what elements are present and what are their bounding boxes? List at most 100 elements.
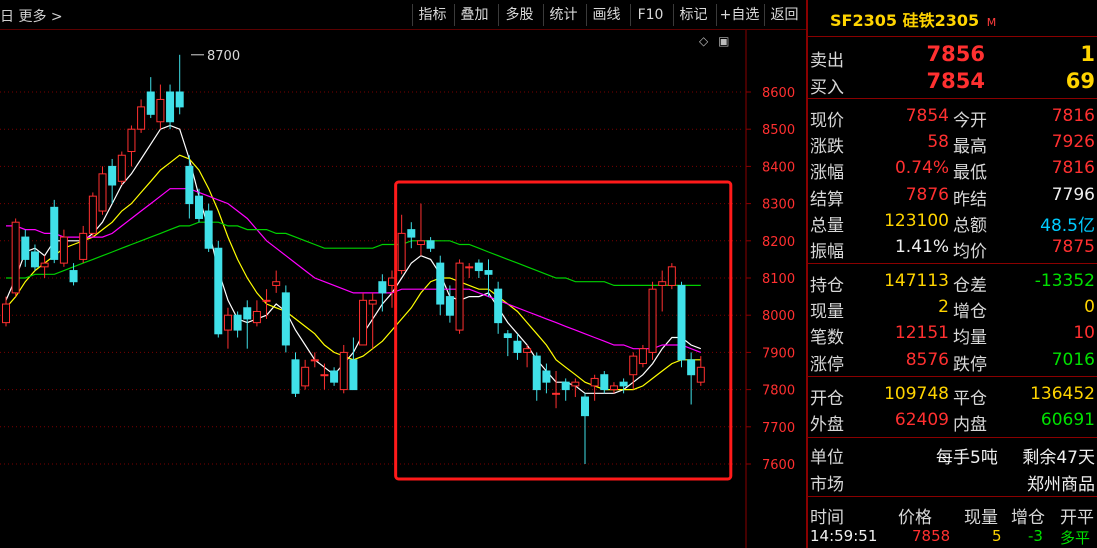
candle-body	[98, 173, 107, 212]
stat-value: 109748	[884, 384, 949, 404]
stat-label: 平仓	[953, 389, 987, 409]
more-menu[interactable]: 日 更多 >	[0, 6, 63, 26]
candle-body	[619, 381, 628, 387]
stat-value: 7016	[1051, 349, 1095, 370]
candle-body	[223, 314, 232, 331]
candle-body	[609, 385, 618, 391]
y-tick-label: 8400	[762, 160, 795, 175]
stat-row: 涨跌 58 最高 7926	[808, 129, 1097, 158]
candle-body	[474, 262, 483, 272]
candle-body	[590, 377, 599, 387]
y-tick-label: 8600	[762, 86, 795, 101]
stat-label: 结算	[810, 189, 844, 210]
candle-body	[117, 154, 126, 182]
stat-value: -13352	[1034, 271, 1095, 291]
stat-row: 结算 7876 昨结 7796	[808, 182, 1097, 210]
f10-button[interactable]: F10	[630, 4, 670, 26]
trade-type: 多平	[1060, 529, 1091, 547]
candle-body	[243, 307, 252, 320]
y-tick-label: 8200	[762, 235, 795, 250]
stat-value: 7876	[905, 184, 949, 205]
candle-body	[185, 165, 194, 205]
stat-row: 笔数 12151 均量 10	[808, 320, 1097, 349]
candle-body	[320, 374, 329, 377]
candle-body	[301, 366, 310, 387]
draw-line-button[interactable]: 画线	[586, 4, 626, 26]
contract-symbol: SF2305	[830, 11, 897, 30]
stat-label: 笔数	[810, 328, 844, 349]
candle-body	[696, 366, 705, 383]
stat-value: 48.5亿	[1040, 215, 1095, 236]
trades-header: 时间 价格 现量 增仓 开平	[808, 500, 1097, 528]
stat-label: 现价	[810, 111, 844, 131]
candle-body	[658, 281, 667, 286]
candle-body	[214, 247, 223, 335]
candle-body	[2, 303, 10, 324]
stat-label: 今开	[953, 111, 987, 131]
candle-body	[561, 381, 570, 391]
unit-row: 单位 每手5吨 剩余47天	[808, 440, 1097, 468]
stat-row: 涨幅 0.74% 最低 7816	[808, 155, 1097, 183]
stat-label: 总额	[953, 215, 987, 236]
indicator-button[interactable]: 指标	[412, 4, 452, 26]
y-tick-label: 7900	[762, 346, 795, 361]
stat-value: 136452	[1030, 384, 1095, 404]
candle-body	[252, 310, 261, 324]
candle-body	[291, 359, 300, 394]
candle-body	[175, 91, 184, 108]
stat-label: 增仓	[953, 302, 987, 323]
candle-body	[349, 359, 358, 391]
stat-row: 持仓 147113 仓差 -13352	[808, 268, 1097, 296]
days-remaining: 剩余47天	[1022, 448, 1095, 468]
candle-body	[262, 299, 271, 302]
trade-row: 14:59:51 7858 5 -3 多平	[808, 524, 1097, 548]
candle-body	[59, 236, 68, 264]
candle-body	[436, 262, 445, 305]
candle-body	[581, 396, 589, 417]
candle-body	[310, 359, 319, 362]
trade-oi: -3	[1028, 527, 1043, 545]
mark-button[interactable]: 标记	[673, 4, 713, 26]
stat-value: 7875	[1051, 237, 1095, 257]
stat-label: 跌停	[953, 354, 987, 375]
stat-value: 1.41%	[894, 237, 949, 257]
quote-volume: 1	[1080, 42, 1095, 66]
candlestick-chart[interactable]: 8600 8500 8400 8300 8200 8100 8000 7900 7800 7700…	[0, 30, 806, 548]
add-watchlist-button[interactable]: +自选	[716, 4, 762, 26]
market-row: 市场 郑州商品	[808, 467, 1097, 495]
stat-value: 10	[1073, 323, 1095, 344]
ask-row: 卖出 7856 1	[808, 42, 1097, 71]
candle-body	[339, 351, 348, 391]
stat-value: 7796	[1051, 184, 1095, 205]
overlay-button[interactable]: 叠加	[454, 4, 494, 26]
candle-body	[484, 270, 493, 275]
stat-value: 12151	[894, 323, 949, 344]
candle-body	[30, 251, 39, 268]
candle-body	[677, 284, 686, 361]
y-tick-label: 7600	[762, 458, 795, 473]
candle-body	[69, 270, 78, 283]
candle-body	[600, 374, 609, 391]
contract-title: SF2305 硅铁2305 M	[830, 7, 996, 31]
candle-body	[407, 229, 416, 238]
statistics-button[interactable]: 统计	[543, 4, 583, 26]
stat-row: 现价 7854 今开 7816	[808, 103, 1097, 131]
stat-label: 最高	[953, 137, 987, 158]
candle-body	[445, 296, 454, 316]
candle-body	[127, 128, 136, 153]
back-button[interactable]: 返回	[764, 4, 804, 26]
stat-label: 涨停	[810, 354, 844, 375]
stat-value: 7854	[905, 106, 949, 126]
candle-body	[368, 299, 377, 305]
stat-value: 123100	[884, 210, 949, 231]
candle-body	[204, 210, 213, 249]
stat-row: 涨停 8576 跌停 7016	[808, 347, 1097, 375]
candle-body	[532, 355, 541, 391]
stat-value: 58	[927, 132, 949, 153]
y-tick-label: 7700	[762, 421, 795, 436]
candle-body	[523, 348, 532, 353]
stat-value: 0	[1084, 297, 1095, 318]
stat-value: 62409	[894, 410, 949, 431]
market-label: 市场	[810, 475, 844, 495]
multi-stock-button[interactable]: 多股	[498, 4, 540, 26]
